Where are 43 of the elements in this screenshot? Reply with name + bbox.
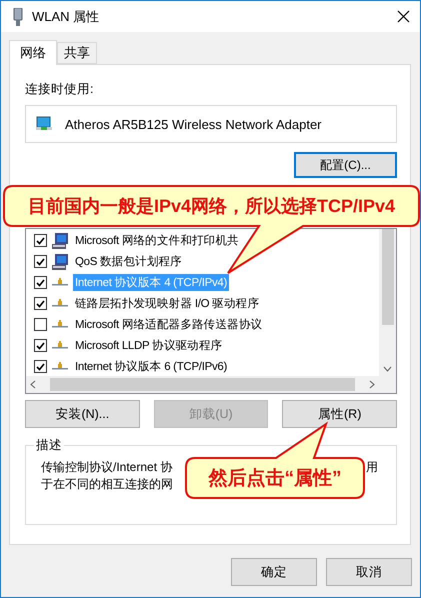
- list-item[interactable]: Microsoft 网络适配器多路传送器协议: [73, 316, 264, 333]
- callout-text: 然后点击“属性”: [208, 466, 342, 491]
- adapter-field: Atheros AR5B125 Wireless Network Adapter: [25, 105, 397, 143]
- description-text: 于在不同的相互连接的网: [41, 476, 173, 493]
- group-title: 描述: [34, 437, 64, 454]
- checkbox[interactable]: [34, 339, 47, 352]
- field-label: 连接时使用:: [25, 81, 94, 98]
- network-icon: [52, 362, 68, 372]
- horizontal-scrollbar[interactable]: [26, 376, 379, 393]
- checkbox[interactable]: [34, 297, 47, 310]
- action-button[interactable]: 属性(R): [282, 400, 398, 428]
- adapter-icon: [13, 8, 23, 26]
- scrollbar-thumb[interactable]: [50, 378, 355, 391]
- description-text: 用: [366, 459, 378, 476]
- computer-icon: [51, 232, 69, 250]
- dialog-button[interactable]: 确定: [231, 558, 317, 586]
- checkbox[interactable]: [34, 276, 47, 289]
- tab[interactable]: 共享: [57, 42, 97, 64]
- checkbox[interactable]: [34, 360, 47, 373]
- dialog-button[interactable]: 取消: [326, 558, 412, 586]
- vertical-scrollbar[interactable]: [379, 229, 396, 376]
- checkbox[interactable]: [34, 255, 47, 268]
- list-item[interactable]: Microsoft LLDP 协议驱动程序: [73, 337, 224, 354]
- tab[interactable]: 网络: [9, 40, 57, 65]
- scrollbar-thumb[interactable]: [382, 229, 394, 325]
- network-icon: [52, 340, 68, 350]
- list-item[interactable]: Microsoft 网络的文件和打印机共: [73, 232, 241, 249]
- checkbox[interactable]: [34, 318, 47, 331]
- callout-text: 目前国内一般是IPv4网络，所以选择TCP/IPv4: [28, 195, 396, 218]
- description-text: 传输控制协议/Internet 协: [41, 459, 172, 476]
- network-icon: [52, 278, 68, 288]
- list-item[interactable]: 链路层拓扑发现映射器 I/O 驱动程序: [73, 295, 262, 312]
- list-item[interactable]: QoS 数据包计划程序: [73, 253, 184, 270]
- list-item[interactable]: Internet 协议版本 6 (TCP/IPv6): [73, 358, 230, 375]
- network-icon: [52, 320, 68, 330]
- network-icon: [52, 298, 68, 308]
- close-icon[interactable]: [397, 10, 410, 23]
- window-title: WLAN 属性: [32, 8, 100, 26]
- network-adapter-icon: [36, 116, 52, 132]
- action-button[interactable]: 安装(N)...: [25, 400, 140, 428]
- computer-icon: [51, 252, 69, 270]
- configure-button[interactable]: 配置(C)...: [294, 152, 397, 178]
- checkbox[interactable]: [34, 234, 47, 247]
